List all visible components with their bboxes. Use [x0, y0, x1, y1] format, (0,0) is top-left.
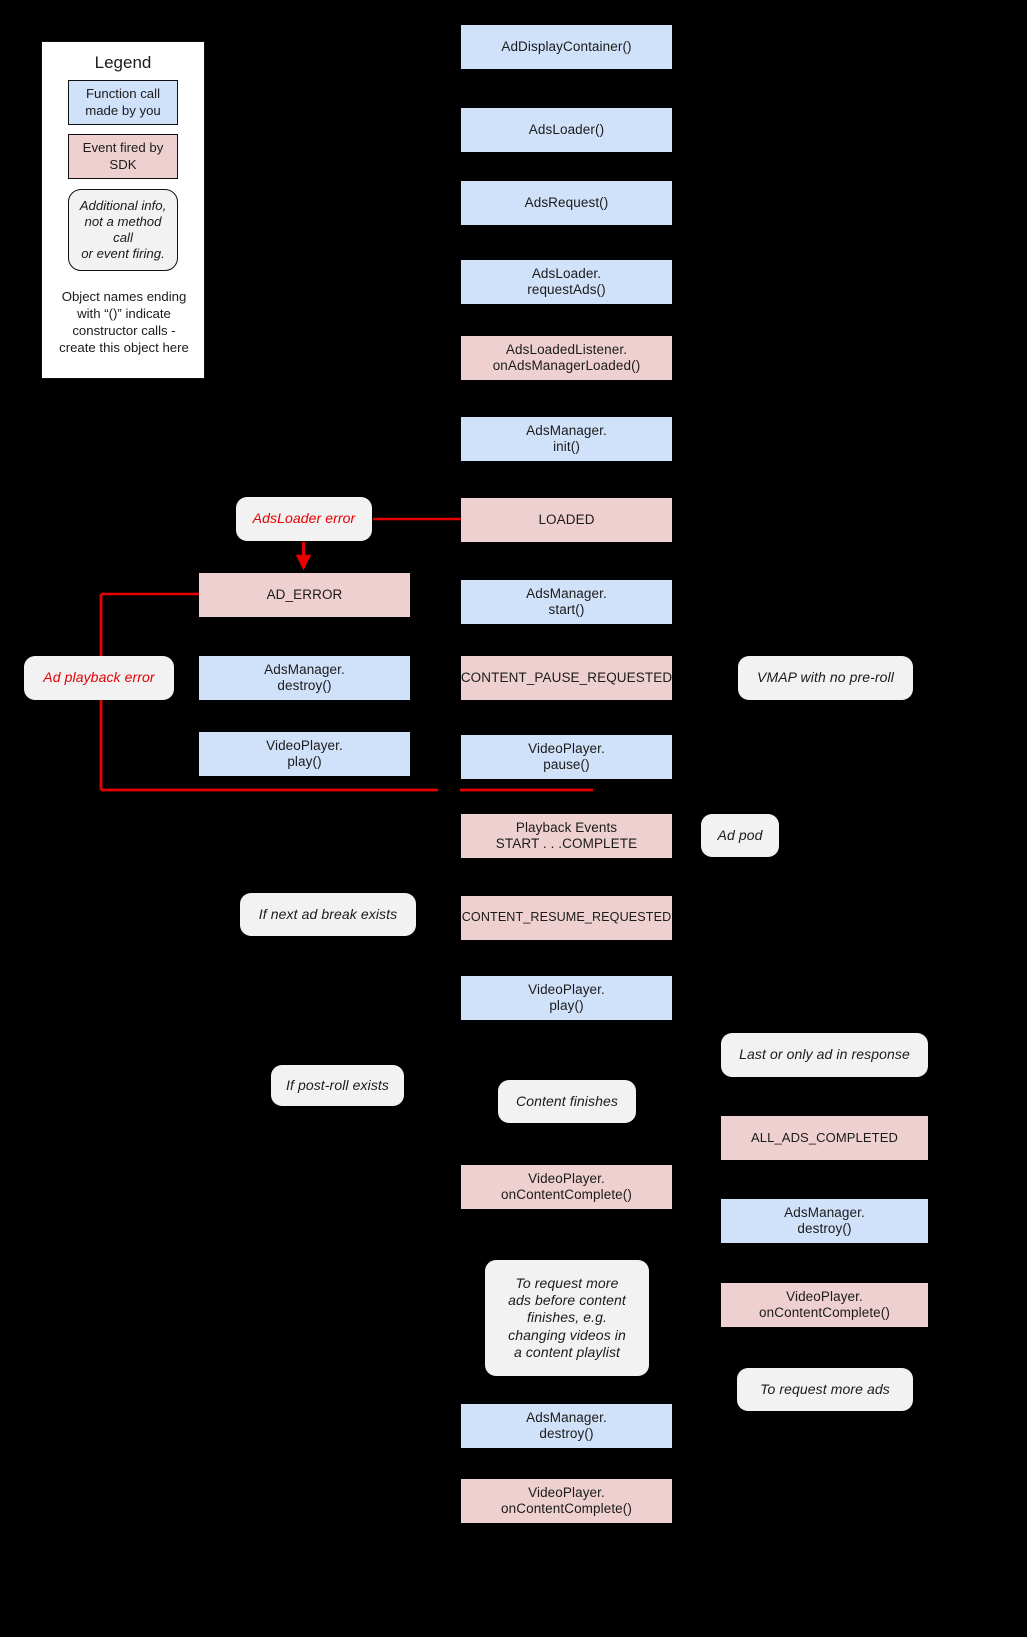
node-to-request-more-ads[interactable]: To request more ads — [737, 1368, 913, 1411]
node-video-player-play-center[interactable]: VideoPlayer. play() — [461, 976, 672, 1020]
node-content-finishes[interactable]: Content finishes — [498, 1080, 636, 1123]
node-ads-request[interactable]: AdsRequest() — [461, 181, 672, 225]
node-loaded-event[interactable]: LOADED — [461, 498, 672, 542]
node-ads-manager-destroy-center[interactable]: AdsManager. destroy() — [461, 1404, 672, 1448]
node-ads-manager-init[interactable]: AdsManager. init() — [461, 417, 672, 461]
node-video-player-on-content-complete-right[interactable]: VideoPlayer. onContentComplete() — [721, 1283, 928, 1327]
legend-sdk-event-swatch: Event fired by SDK — [68, 134, 178, 179]
node-ads-loader-request-ads[interactable]: AdsLoader. requestAds() — [461, 260, 672, 304]
legend-info-swatch: Additional info, not a method call or ev… — [68, 189, 178, 271]
legend-note: Object names ending with “()” indicate c… — [59, 289, 189, 355]
node-ads-manager-destroy-left[interactable]: AdsManager. destroy() — [199, 656, 410, 700]
node-ad-pod[interactable]: Ad pod — [701, 814, 779, 857]
diagram-canvas: Legend Function call made by you Event f… — [0, 0, 1027, 1637]
node-if-post-roll-exists[interactable]: If post-roll exists — [271, 1065, 404, 1106]
node-ad-error[interactable]: AD_ERROR — [199, 573, 410, 617]
node-video-player-on-content-complete-bottom[interactable]: VideoPlayer. onContentComplete() — [461, 1479, 672, 1523]
node-ad-playback-error[interactable]: Ad playback error — [24, 656, 174, 700]
node-ad-display-container[interactable]: AdDisplayContainer() — [461, 25, 672, 69]
node-ads-loaded-listener[interactable]: AdsLoadedListener. onAdsManagerLoaded() — [461, 336, 672, 380]
node-request-more-ads-note[interactable]: To request more ads before content finis… — [485, 1260, 649, 1376]
node-ads-loader[interactable]: AdsLoader() — [461, 108, 672, 152]
node-vmap-no-preroll[interactable]: VMAP with no pre-roll — [738, 656, 913, 700]
node-ads-manager-destroy-right[interactable]: AdsManager. destroy() — [721, 1199, 928, 1243]
node-video-player-play-left[interactable]: VideoPlayer. play() — [199, 732, 410, 776]
legend-function-call-swatch: Function call made by you — [68, 80, 178, 125]
node-ads-manager-start[interactable]: AdsManager. start() — [461, 580, 672, 624]
node-content-resume-requested[interactable]: CONTENT_RESUME_REQUESTED — [461, 896, 672, 940]
legend-panel: Legend Function call made by you Event f… — [41, 41, 205, 379]
node-content-pause-requested[interactable]: CONTENT_PAUSE_REQUESTED — [461, 656, 672, 700]
node-if-next-ad-break-exists[interactable]: If next ad break exists — [240, 893, 416, 936]
node-ads-loader-error[interactable]: AdsLoader error — [236, 497, 372, 541]
node-video-player-on-content-complete-center[interactable]: VideoPlayer. onContentComplete() — [461, 1165, 672, 1209]
node-playback-events[interactable]: Playback Events START . . .COMPLETE — [461, 814, 672, 858]
node-all-ads-completed[interactable]: ALL_ADS_COMPLETED — [721, 1116, 928, 1160]
node-video-player-pause[interactable]: VideoPlayer. pause() — [461, 735, 672, 779]
legend-title: Legend — [94, 53, 152, 72]
node-last-or-only-ad[interactable]: Last or only ad in response — [721, 1033, 928, 1077]
